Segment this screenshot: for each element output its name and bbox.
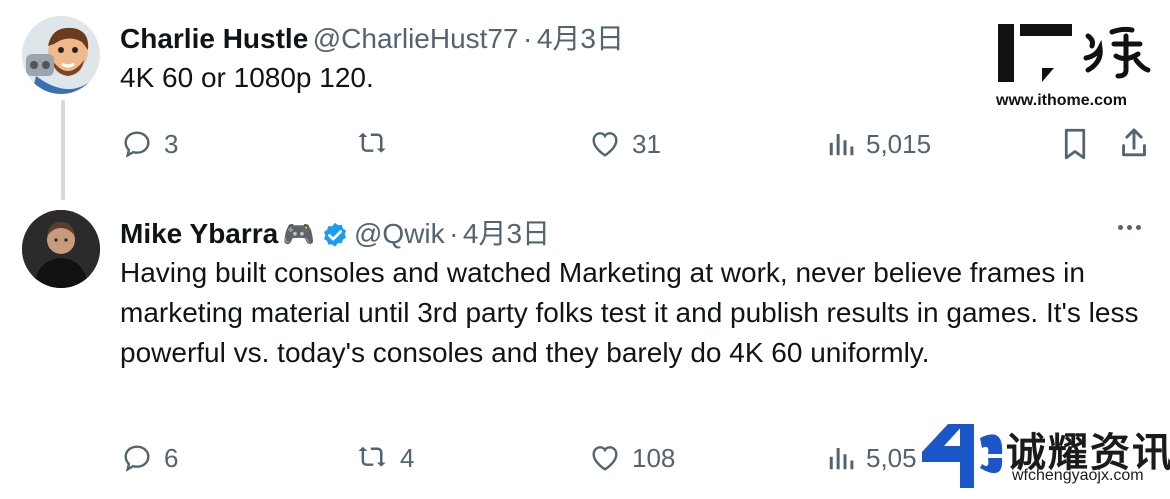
retweet-button[interactable] bbox=[354, 128, 400, 160]
author-emoji: 🎮 bbox=[282, 219, 316, 249]
retweet-icon bbox=[358, 446, 386, 467]
tweet-date[interactable]: 4月3日 bbox=[463, 218, 550, 249]
wfc-logo-icon bbox=[922, 424, 1003, 488]
tweet-text: 4K 60 or 1080p 120. bbox=[120, 62, 374, 93]
avatar[interactable] bbox=[22, 210, 100, 288]
wfc-watermark-logo bbox=[920, 418, 1004, 499]
bookmark-icon bbox=[1064, 128, 1086, 160]
verified-badge-icon bbox=[320, 221, 350, 256]
views-count: 5,015 bbox=[866, 128, 932, 159]
author-handle[interactable]: @CharlieHust77 bbox=[313, 23, 519, 54]
cartoon-avatar-icon bbox=[22, 16, 100, 94]
tweet-header: Mike Ybarra 🎮 @Qwik · 4月3日 bbox=[120, 212, 550, 256]
ithome-url: www.ithome.com bbox=[996, 92, 1127, 109]
views-icon bbox=[829, 134, 854, 156]
reply-button[interactable]: 6 bbox=[120, 442, 178, 474]
reply-button[interactable]: 3 bbox=[120, 128, 178, 160]
reply-count: 3 bbox=[164, 128, 179, 159]
share-icon bbox=[1122, 128, 1146, 157]
author-name[interactable]: Charlie Hustle bbox=[120, 23, 308, 54]
reply-icon bbox=[124, 131, 150, 158]
avatar[interactable] bbox=[22, 16, 100, 94]
like-count: 108 bbox=[632, 442, 676, 473]
tweet-text: Having built consoles and watched Market… bbox=[120, 257, 1139, 368]
retweet-count: 4 bbox=[400, 442, 415, 473]
views-button[interactable]: 5,05 bbox=[826, 442, 917, 474]
views-count: 5,05 bbox=[866, 442, 917, 473]
retweet-icon bbox=[358, 132, 386, 153]
photo-avatar-icon bbox=[22, 210, 100, 288]
separator: · bbox=[449, 218, 459, 249]
bookmark-button[interactable] bbox=[1060, 126, 1090, 167]
tweet-date[interactable]: 4月3日 bbox=[537, 23, 624, 54]
heart-icon bbox=[592, 132, 618, 157]
ithome-logo-icon bbox=[998, 24, 1151, 82]
retweet-button[interactable]: 4 bbox=[354, 442, 414, 474]
like-count: 31 bbox=[632, 128, 661, 159]
reply-count: 6 bbox=[164, 442, 179, 473]
thread-line bbox=[61, 100, 65, 200]
heart-icon bbox=[592, 446, 618, 471]
views-button[interactable]: 5,015 bbox=[826, 128, 931, 160]
more-options-button[interactable] bbox=[1118, 225, 1141, 230]
reply-icon bbox=[124, 445, 150, 472]
wfc-url: wfchengyaojx.com bbox=[1012, 467, 1144, 484]
like-button[interactable]: 108 bbox=[588, 442, 675, 474]
share-button[interactable] bbox=[1118, 126, 1150, 165]
author-handle[interactable]: @Qwik bbox=[354, 218, 445, 249]
views-icon bbox=[829, 448, 854, 470]
separator: · bbox=[523, 23, 533, 54]
author-name[interactable]: Mike Ybarra bbox=[120, 218, 278, 249]
like-button[interactable]: 31 bbox=[588, 128, 661, 160]
tweet-header: Charlie Hustle @CharlieHust77 · 4月3日 bbox=[120, 17, 624, 57]
